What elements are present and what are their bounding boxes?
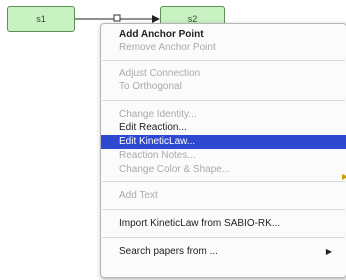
menu-item-add-anchor-point[interactable]: Add Anchor Point — [101, 28, 346, 42]
menu-item-reaction-notes: Reaction Notes... — [119, 150, 196, 161]
menu-separator — [102, 100, 345, 101]
menu-separator — [102, 181, 345, 182]
menu-item-to-orthogonal: To Orthogonal — [119, 81, 182, 92]
menu-item-search-papers-label: Search papers from ... — [119, 246, 218, 257]
menu-item-add-text: Add Text — [119, 190, 158, 201]
context-menu: Add Anchor Point Remove Anchor Point Adj… — [100, 23, 346, 278]
menu-item-edit-reaction[interactable]: Edit Reaction... — [101, 121, 346, 135]
menu-item-edit-kineticlaw[interactable]: Edit KineticLaw... — [101, 135, 346, 149]
submenu-indicator-icon: ▶ — [342, 172, 346, 181]
species-label-s1: s1 — [36, 14, 46, 24]
species-node-s1[interactable]: s1 — [7, 6, 75, 32]
submenu-arrow-icon: ▶ — [325, 247, 332, 256]
menu-separator — [102, 60, 345, 61]
menu-item-adjust-connection: Adjust Connection — [119, 68, 201, 79]
menu-item-import-kineticlaw-sabio-rk[interactable]: Import KineticLaw from SABIO-RK... — [101, 217, 346, 231]
menu-separator — [102, 237, 345, 238]
menu-item-change-identity: Change Identity... — [119, 109, 197, 120]
menu-separator — [102, 209, 345, 210]
menu-item-search-papers[interactable]: Search papers from ... ▶ — [101, 245, 346, 259]
menu-item-remove-anchor-point: Remove Anchor Point — [119, 42, 216, 53]
menu-item-change-color-shape: Change Color & Shape... — [119, 164, 231, 175]
